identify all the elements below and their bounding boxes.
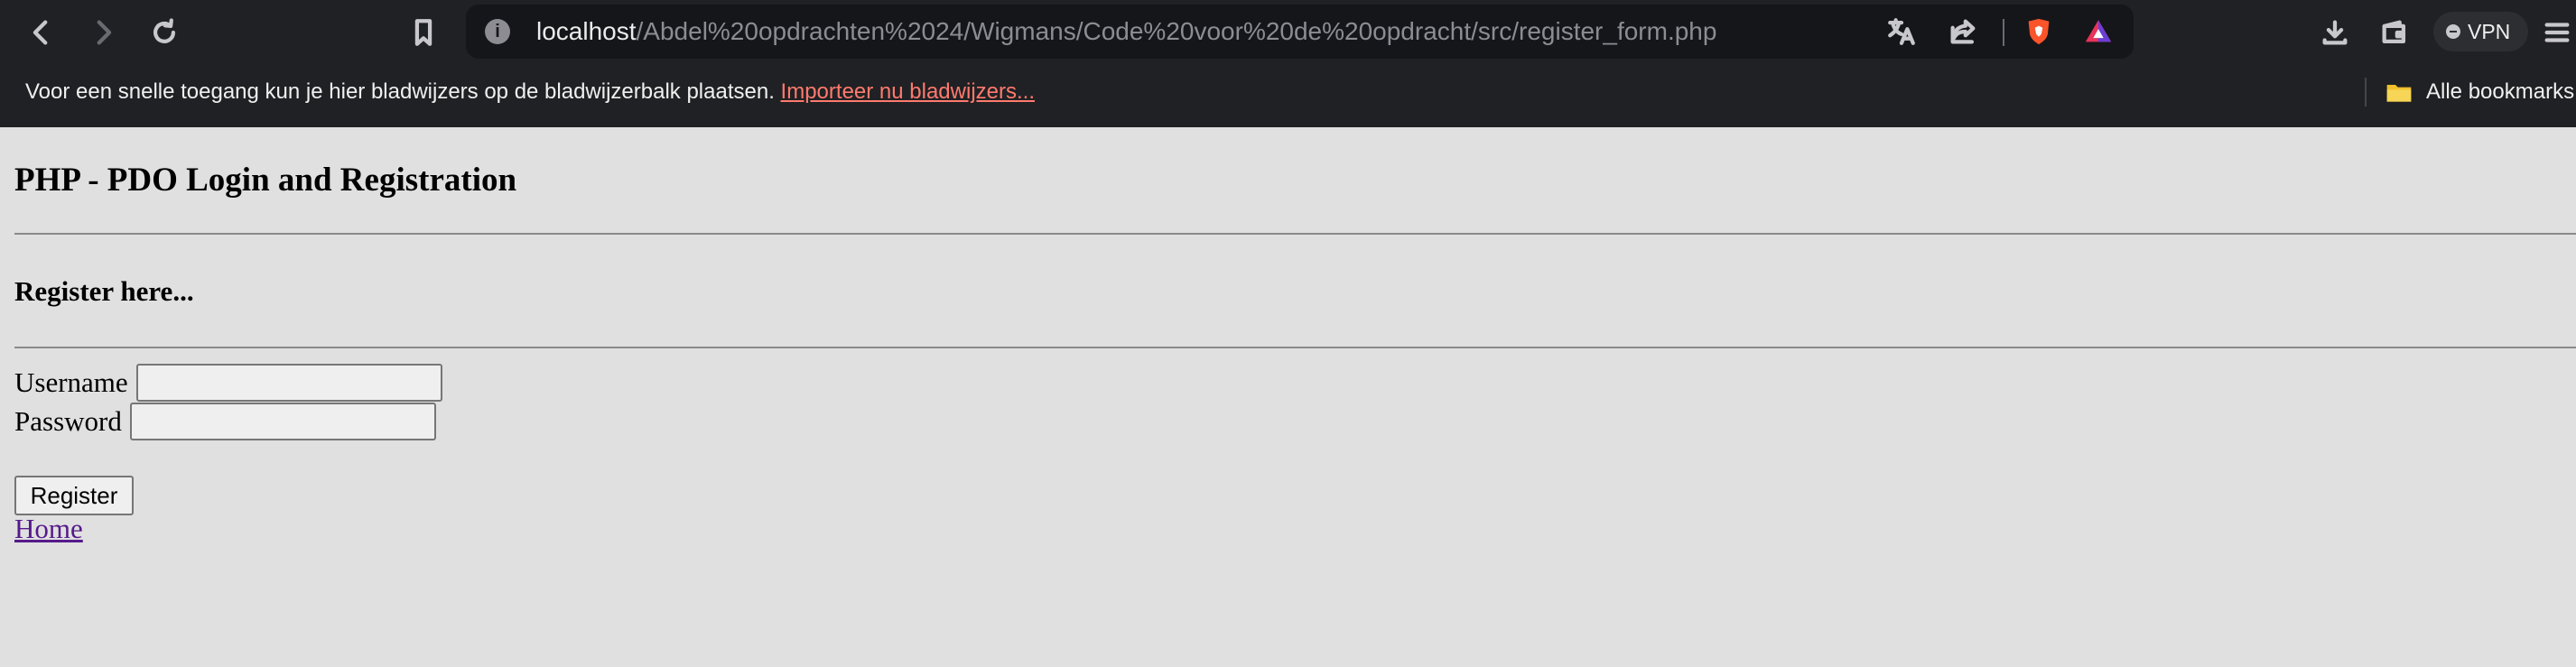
divider-form	[14, 347, 2576, 348]
form-heading: Register here...	[14, 275, 194, 307]
username-row: Username	[14, 364, 442, 402]
username-label: Username	[14, 366, 128, 398]
browser-chrome: i localhost/Abdel%20opdrachten%2024/Wigm…	[0, 0, 2576, 127]
toolbar-separator	[2003, 19, 2004, 46]
vpn-button[interactable]: VPN	[2433, 12, 2528, 51]
browser-toolbar: i localhost/Abdel%20opdrachten%2024/Wigm…	[0, 0, 2576, 63]
divider-top	[14, 233, 2576, 235]
all-bookmarks-button[interactable]: Alle bookmarks	[2385, 74, 2574, 110]
folder-icon	[2386, 85, 2412, 102]
all-bookmarks-label: Alle bookmarks	[2426, 79, 2575, 104]
vpn-label: VPN	[2468, 19, 2511, 43]
forward-icon[interactable]	[83, 13, 123, 52]
home-link[interactable]: Home	[14, 513, 83, 545]
username-input[interactable]	[135, 364, 442, 402]
brave-rewards-icon[interactable]	[2078, 12, 2118, 51]
wallet-icon[interactable]	[2375, 13, 2414, 52]
download-icon[interactable]	[2315, 13, 2355, 52]
password-row: Password	[14, 403, 436, 440]
bookmarks-separator	[2365, 78, 2367, 107]
translate-icon[interactable]	[1882, 12, 1921, 51]
url-text[interactable]: localhost/Abdel%20opdrachten%2024/Wigman…	[536, 5, 1716, 59]
url-path: /Abdel%20opdrachten%2024/Wigmans/Code%20…	[636, 17, 1717, 45]
password-input[interactable]	[129, 403, 436, 440]
page-title: PHP - PDO Login and Registration	[14, 162, 517, 199]
back-icon[interactable]	[22, 13, 61, 52]
bookmark-icon[interactable]	[404, 13, 443, 52]
url-host: localhost	[536, 17, 637, 45]
bookmarks-hint-text: Voor een snelle toegang kun je hier blad…	[25, 79, 775, 104]
bookmarks-bar-message: Voor een snelle toegang kun je hier blad…	[25, 63, 1035, 121]
bookmarks-bar: Voor een snelle toegang kun je hier blad…	[0, 63, 2576, 127]
address-bar[interactable]: i localhost/Abdel%20opdrachten%2024/Wigm…	[466, 5, 2134, 59]
password-label: Password	[14, 405, 122, 437]
share-icon[interactable]	[1943, 12, 1983, 51]
brave-shields-icon[interactable]	[2019, 12, 2059, 51]
import-bookmarks-link[interactable]: Importeer nu bladwijzers...	[781, 79, 1035, 104]
register-button[interactable]: Register	[14, 476, 134, 515]
page-content: PHP - PDO Login and Registration Registe…	[0, 127, 2576, 667]
reload-icon[interactable]	[144, 13, 184, 52]
info-icon[interactable]: i	[485, 19, 510, 44]
vpn-status-icon	[2446, 24, 2460, 39]
menu-icon[interactable]	[2537, 13, 2576, 52]
